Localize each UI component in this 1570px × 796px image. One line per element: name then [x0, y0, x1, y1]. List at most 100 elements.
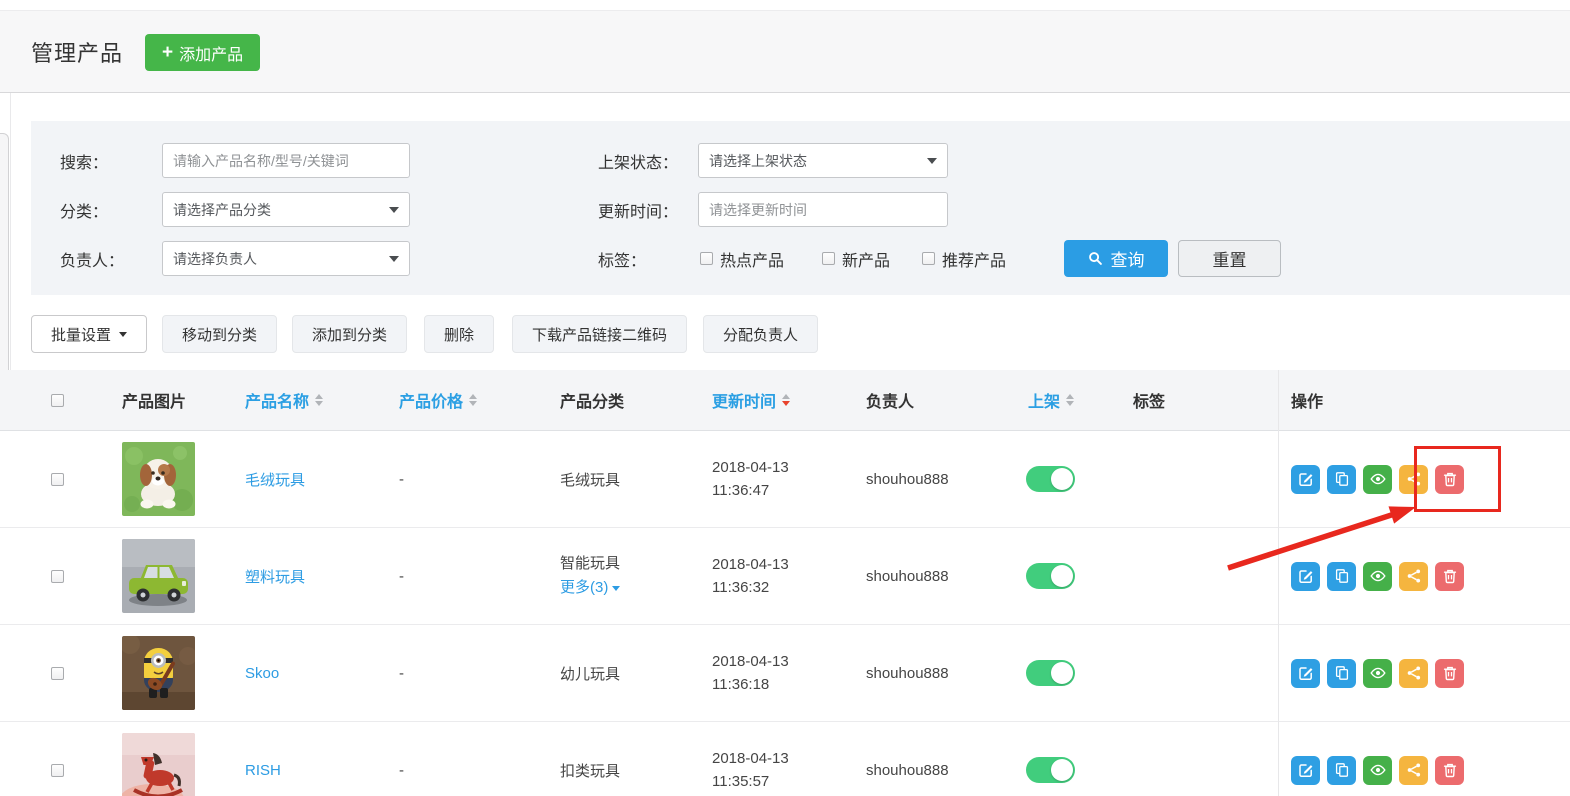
column-header-status[interactable]: 上架	[1028, 370, 1074, 430]
status-toggle-on[interactable]	[1026, 563, 1075, 589]
updated-time: 2018-04-1311:35:57	[712, 722, 789, 796]
edit-button[interactable]	[1291, 562, 1320, 591]
status-toggle-on[interactable]	[1026, 466, 1075, 492]
preview-button[interactable]	[1363, 562, 1392, 591]
chevron-down-icon	[119, 332, 127, 337]
add-product-label: 添加产品	[179, 41, 243, 65]
search-input[interactable]	[162, 143, 410, 178]
query-button[interactable]: 查询	[1064, 240, 1168, 277]
product-name-link[interactable]: RISH	[245, 762, 281, 779]
tag-checkbox-hot[interactable]: 热点产品	[700, 241, 784, 276]
edit-button[interactable]	[1291, 465, 1320, 494]
search-icon	[1088, 251, 1103, 266]
more-categories-link[interactable]: 更多(3)	[560, 576, 620, 600]
trash-icon	[1442, 568, 1458, 584]
chevron-down-icon	[389, 256, 399, 262]
product-image-minion-figure[interactable]	[122, 636, 195, 710]
owner-label: 负责人：	[60, 241, 124, 276]
tag-new-label: 新产品	[842, 247, 890, 271]
column-header-name[interactable]: 产品名称	[245, 370, 323, 430]
copy-button[interactable]	[1327, 756, 1356, 785]
select-all-checkbox[interactable]	[51, 394, 64, 407]
product-image-plush-puppy[interactable]	[122, 442, 195, 516]
batch-settings-button[interactable]: 批量设置	[31, 315, 147, 353]
row-checkbox[interactable]	[51, 764, 64, 777]
share-button[interactable]	[1399, 562, 1428, 591]
share-button[interactable]	[1399, 465, 1428, 494]
tag-checkbox-recommend[interactable]: 推荐产品	[922, 241, 1006, 276]
status-toggle-on[interactable]	[1026, 757, 1075, 783]
delete-button[interactable]	[1435, 562, 1464, 591]
delete-batch-button[interactable]: 删除	[424, 315, 494, 353]
owner: shouhou888	[866, 528, 949, 624]
tag-recommend-label: 推荐产品	[942, 247, 1006, 271]
preview-button[interactable]	[1363, 465, 1392, 494]
tag-hot-label: 热点产品	[720, 247, 784, 271]
product-name-link[interactable]: 毛绒玩具	[245, 469, 305, 490]
delete-button[interactable]	[1435, 465, 1464, 494]
page-title: 管理产品	[31, 36, 123, 68]
category-label: 分类：	[60, 192, 108, 227]
preview-button[interactable]	[1363, 756, 1392, 785]
sort-icon	[315, 394, 323, 406]
product-price: -	[399, 528, 404, 624]
copy-button[interactable]	[1327, 465, 1356, 494]
share-button[interactable]	[1399, 756, 1428, 785]
preview-button[interactable]	[1363, 659, 1392, 688]
row-checkbox[interactable]	[51, 570, 64, 583]
checkbox[interactable]	[922, 252, 935, 265]
column-header-updated[interactable]: 更新时间	[712, 370, 790, 430]
edit-button[interactable]	[1291, 756, 1320, 785]
column-header-image: 产品图片	[122, 370, 186, 430]
tags-label: 标签：	[598, 241, 646, 276]
delete-button[interactable]	[1435, 756, 1464, 785]
category-select[interactable]: 请选择产品分类	[162, 192, 410, 227]
share-icon	[1406, 568, 1422, 584]
row-checkbox[interactable]	[51, 667, 64, 680]
toggle-knob	[1051, 468, 1073, 490]
status-select[interactable]: 请选择上架状态	[698, 143, 948, 178]
update-time-input[interactable]	[698, 192, 948, 227]
product-price: -	[399, 722, 404, 796]
reset-button[interactable]: 重置	[1178, 240, 1281, 277]
table-row: RISH - 扣类玩具 2018-04-1311:35:57 shouhou88…	[0, 722, 1570, 796]
table-header: 产品图片 产品名称 产品价格 产品分类 更新时间 负责人 上架 标签 操作	[0, 370, 1570, 431]
add-to-category-button[interactable]: 添加到分类	[292, 315, 407, 353]
chevron-down-icon	[612, 586, 620, 591]
chevron-down-icon	[927, 158, 937, 164]
update-time-label: 更新时间：	[598, 192, 678, 227]
copy-button[interactable]	[1327, 659, 1356, 688]
tag-checkbox-new[interactable]: 新产品	[822, 241, 890, 276]
product-category: 幼儿玩具	[560, 625, 620, 721]
updated-time: 2018-04-1311:36:18	[712, 625, 789, 721]
owner-select[interactable]: 请选择负责人	[162, 241, 410, 276]
delete-button[interactable]	[1435, 659, 1464, 688]
table-row: 塑料玩具 - 智能玩具 更多(3) 2018-04-1311:36:32 sho…	[0, 528, 1570, 625]
trash-icon	[1442, 665, 1458, 681]
updated-time: 2018-04-1311:36:32	[712, 528, 789, 624]
table-row: Skoo - 幼儿玩具 2018-04-1311:36:18 shouhou88…	[0, 625, 1570, 722]
copy-button[interactable]	[1327, 562, 1356, 591]
eye-icon	[1370, 762, 1386, 778]
assign-owner-button[interactable]: 分配负责人	[703, 315, 818, 353]
download-qrcode-button[interactable]: 下载产品链接二维码	[512, 315, 687, 353]
product-name-link[interactable]: Skoo	[245, 665, 279, 682]
share-icon	[1406, 665, 1422, 681]
share-button[interactable]	[1399, 659, 1428, 688]
checkbox[interactable]	[700, 252, 713, 265]
title-bar: 管理产品 + 添加产品	[0, 10, 1570, 93]
row-checkbox[interactable]	[51, 473, 64, 486]
share-icon	[1406, 762, 1422, 778]
product-name-link[interactable]: 塑料玩具	[245, 566, 305, 587]
move-to-category-button[interactable]: 移动到分类	[162, 315, 277, 353]
checkbox[interactable]	[822, 252, 835, 265]
status-toggle-on[interactable]	[1026, 660, 1075, 686]
edit-button[interactable]	[1291, 659, 1320, 688]
add-product-button[interactable]: + 添加产品	[145, 34, 260, 71]
sort-icon-active-desc	[782, 394, 790, 406]
category-select-value: 请选择产品分类	[173, 200, 271, 220]
product-image-green-toy-car[interactable]	[122, 539, 195, 613]
column-header-owner: 负责人	[866, 370, 914, 430]
column-header-price[interactable]: 产品价格	[399, 370, 477, 430]
product-image-rocking-horse[interactable]	[122, 733, 195, 796]
